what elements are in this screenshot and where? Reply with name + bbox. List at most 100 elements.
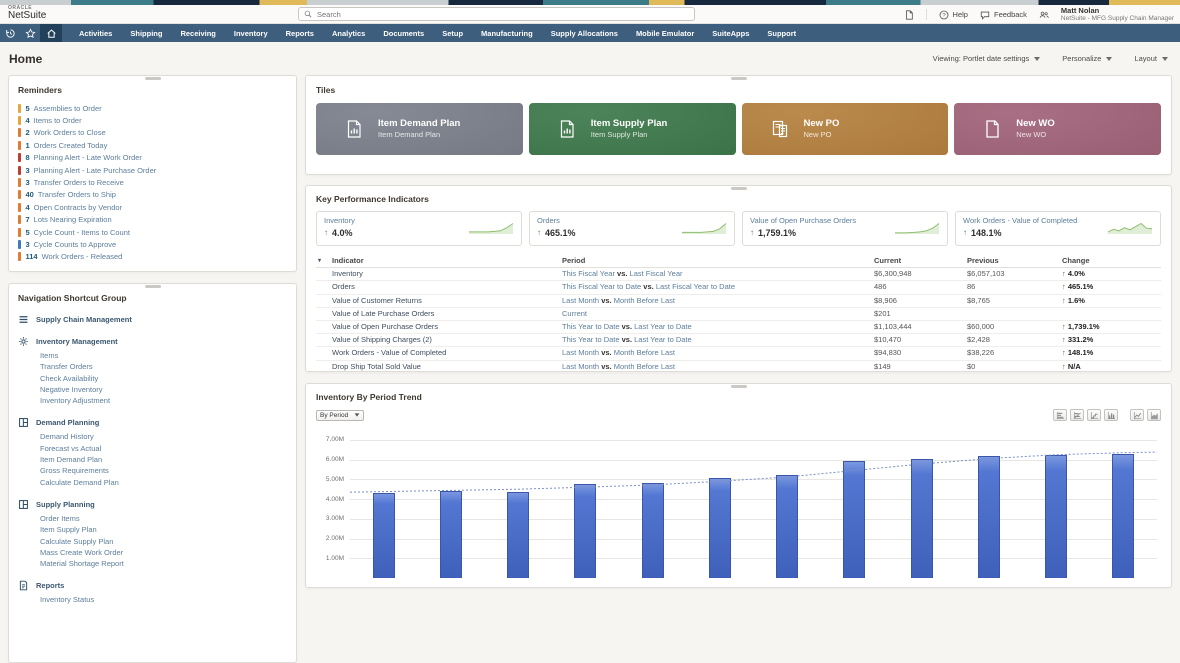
reminder-item[interactable]: 2Work Orders to Close <box>18 127 287 139</box>
shortcut-link-check-availability[interactable]: Check Availability <box>40 373 287 384</box>
period-b[interactable]: Last Fiscal Year <box>630 269 683 278</box>
tile-item-demand-plan[interactable]: Item Demand PlanItem Demand Plan <box>316 103 523 155</box>
kpi-period[interactable]: Current <box>560 307 872 320</box>
shortcut-group-header-inventory-management[interactable]: Inventory Management <box>18 336 287 347</box>
nav-item-support[interactable]: Support <box>758 24 805 42</box>
kpi-period[interactable]: Last Month vs. Month Before Last <box>560 347 872 360</box>
period-a[interactable]: This Year to Date <box>562 322 620 331</box>
nav-item-analytics[interactable]: Analytics <box>323 24 374 42</box>
nav-item-receiving[interactable]: Receiving <box>171 24 224 42</box>
kpi-card-inventory[interactable]: Inventory↑4.0% <box>316 211 522 246</box>
kpi-col-header-previous[interactable]: Previous <box>965 254 1060 268</box>
search-input[interactable] <box>317 10 689 19</box>
reminder-item[interactable]: 114Work Orders - Released <box>18 251 287 263</box>
kpi-col-header-current[interactable]: Current <box>872 254 965 268</box>
nav-item-inventory[interactable]: Inventory <box>225 24 277 42</box>
portlet-minimize-handle[interactable] <box>145 77 161 80</box>
kpi-indicator[interactable]: Inventory <box>330 268 560 281</box>
tile-item-supply-plan[interactable]: Item Supply PlanItem Supply Plan <box>529 103 736 155</box>
period-a[interactable]: This Fiscal Year <box>562 269 615 278</box>
collapse-caret-icon[interactable]: ▾ <box>318 258 321 264</box>
recent-records-button[interactable] <box>0 24 20 42</box>
reminder-item[interactable]: 4Open Contracts by Vendor <box>18 201 287 213</box>
shortcut-link-mass-create-work-order[interactable]: Mass Create Work Order <box>40 547 287 558</box>
tile-new-wo[interactable]: New WONew WO <box>954 103 1161 155</box>
global-search[interactable] <box>298 7 695 21</box>
period-b[interactable]: Last Year to Date <box>634 335 692 344</box>
kpi-period[interactable]: Last Month vs. Month Before Last <box>560 294 872 307</box>
kpi-indicator[interactable]: Value of Open Purchase Orders <box>330 321 560 334</box>
chart-type-button-hbar-line-chart[interactable] <box>1070 409 1084 421</box>
period-b[interactable]: Month Before Last <box>614 362 675 371</box>
shortcut-link-inventory-adjustment[interactable]: Inventory Adjustment <box>40 395 287 406</box>
kpi-period[interactable]: This Fiscal Year vs. Last Fiscal Year <box>560 268 872 281</box>
reminder-item[interactable]: 1Orders Created Today <box>18 139 287 151</box>
nav-item-supply-allocations[interactable]: Supply Allocations <box>542 24 627 42</box>
nav-item-activities[interactable]: Activities <box>70 24 121 42</box>
shortcut-link-inventory-status[interactable]: Inventory Status <box>40 594 287 605</box>
nav-item-reports[interactable]: Reports <box>277 24 323 42</box>
shortcut-link-transfer-orders[interactable]: Transfer Orders <box>40 361 287 372</box>
feedback-button[interactable]: Feedback <box>980 10 1027 20</box>
shortcut-link-negative-inventory[interactable]: Negative Inventory <box>40 384 287 395</box>
kpi-indicator[interactable]: Drop Ship Total Sold Value <box>330 360 560 373</box>
shortcut-link-items[interactable]: Items <box>40 350 287 361</box>
nav-item-manufacturing[interactable]: Manufacturing <box>472 24 542 42</box>
kpi-indicator[interactable]: Value of Late Purchase Orders <box>330 307 560 320</box>
period-a[interactable]: Current <box>562 309 587 318</box>
reminder-item[interactable]: 3Transfer Orders to Receive <box>18 176 287 188</box>
kpi-col-header-period[interactable]: Period <box>560 254 872 268</box>
viewing-dropdown[interactable]: Viewing: Portlet date settings <box>933 54 1041 63</box>
kpi-col-header-indicator[interactable]: Indicator <box>330 254 560 268</box>
shortcut-link-demand-history[interactable]: Demand History <box>40 431 287 442</box>
period-b[interactable]: Last Year to Date <box>634 322 692 331</box>
portlet-minimize-handle[interactable] <box>731 385 747 388</box>
new-document-button[interactable] <box>904 10 914 20</box>
user-menu[interactable]: Matt Nolan NetSuite - MFG Supply Chain M… <box>1061 6 1174 24</box>
chart-type-button-area-chart[interactable] <box>1147 409 1161 421</box>
kpi-card-work-orders-value-of-completed[interactable]: Work Orders - Value of Completed↑148.1% <box>955 211 1161 246</box>
layout-dropdown[interactable]: Layout <box>1134 54 1168 63</box>
shortcut-link-item-supply-plan[interactable]: Item Supply Plan <box>40 524 287 535</box>
period-a[interactable]: Last Month <box>562 296 599 305</box>
kpi-card-orders[interactable]: Orders↑465.1% <box>529 211 735 246</box>
kpi-col-header-change[interactable]: Change <box>1060 254 1161 268</box>
shortcut-link-gross-requirements[interactable]: Gross Requirements <box>40 465 287 476</box>
chart-type-button-column-chart[interactable] <box>1104 409 1118 421</box>
netsuite-logo[interactable]: ORACLE NetSuite <box>8 6 46 21</box>
nav-item-shipping[interactable]: Shipping <box>121 24 171 42</box>
reminder-item[interactable]: 8Planning Alert - Late Work Order <box>18 152 287 164</box>
shortcut-link-calculate-supply-plan[interactable]: Calculate Supply Plan <box>40 536 287 547</box>
roles-button[interactable] <box>1039 10 1049 20</box>
kpi-period[interactable]: This Year to Date vs. Last Year to Date <box>560 321 872 334</box>
shortcut-group-header-reports[interactable]: Reports <box>18 580 287 591</box>
period-b[interactable]: Month Before Last <box>614 348 675 357</box>
shortcut-link-material-shortage-report[interactable]: Material Shortage Report <box>40 558 287 569</box>
reminder-item[interactable]: 5Assemblies to Order <box>18 102 287 114</box>
portlet-minimize-handle[interactable] <box>731 77 747 80</box>
chart-type-button-hbar-chart[interactable] <box>1053 409 1067 421</box>
shortcut-link-forecast-vs-actual[interactable]: Forecast vs Actual <box>40 443 287 454</box>
kpi-indicator[interactable]: Work Orders - Value of Completed <box>330 347 560 360</box>
period-a[interactable]: This Year to Date <box>562 335 620 344</box>
period-b[interactable]: Last Fiscal Year to Date <box>656 282 735 291</box>
period-a[interactable]: Last Month <box>562 362 599 371</box>
kpi-period[interactable]: This Year to Date vs. Last Year to Date <box>560 334 872 347</box>
chart-type-button-line-steps-chart[interactable] <box>1087 409 1101 421</box>
nav-item-suiteapps[interactable]: SuiteApps <box>703 24 758 42</box>
personalize-dropdown[interactable]: Personalize <box>1062 54 1112 63</box>
kpi-card-value-of-open-purchase-orders[interactable]: Value of Open Purchase Orders↑1,759.1% <box>742 211 948 246</box>
reminder-item[interactable]: 7Lots Nearing Expiration <box>18 214 287 226</box>
reminder-item[interactable]: 3Cycle Counts to Approve <box>18 238 287 250</box>
shortcut-group-header-supply-planning[interactable]: Supply Planning <box>18 499 287 510</box>
period-a[interactable]: This Fiscal Year to Date <box>562 282 641 291</box>
reminder-item[interactable]: 3Planning Alert - Late Purchase Order <box>18 164 287 176</box>
shortcut-link-order-items[interactable]: Order Items <box>40 513 287 524</box>
period-a[interactable]: Last Month <box>562 348 599 357</box>
kpi-period[interactable]: Last Month vs. Month Before Last <box>560 360 872 373</box>
shortcut-link-item-demand-plan[interactable]: Item Demand Plan <box>40 454 287 465</box>
portlet-minimize-handle[interactable] <box>731 187 747 190</box>
shortcut-group-header-demand-planning[interactable]: Demand Planning <box>18 417 287 428</box>
portlet-minimize-handle[interactable] <box>145 285 161 288</box>
kpi-indicator[interactable]: Value of Customer Returns <box>330 294 560 307</box>
